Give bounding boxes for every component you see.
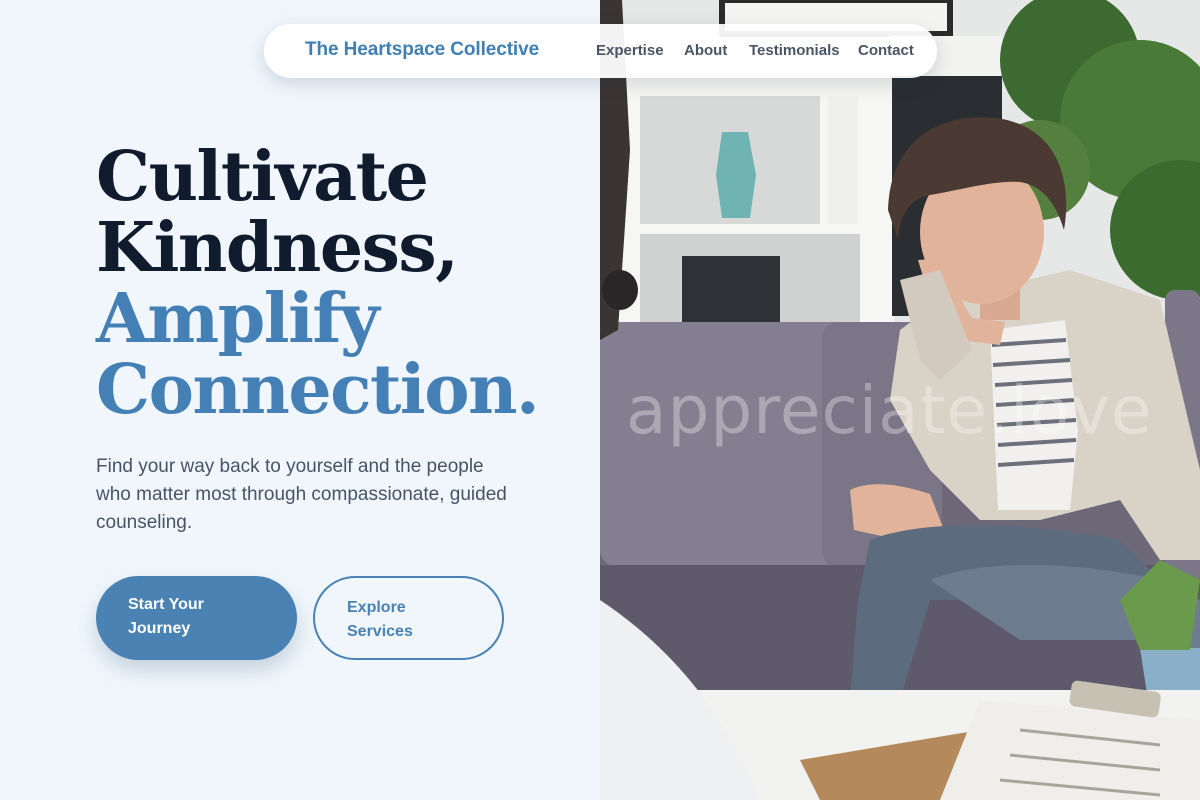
- nav-link-contact[interactable]: Contact: [858, 42, 914, 59]
- start-your-journey-button[interactable]: Start Your Journey: [96, 576, 297, 660]
- hero-heading-line-2: Kindness,: [96, 208, 459, 288]
- hero-subtitle: Find your way back to yourself and the p…: [96, 456, 507, 533]
- hero-heading-line-4: Connection.: [96, 350, 540, 430]
- start-your-journey-label: Start Your Journey: [128, 596, 204, 637]
- hero-heading-line-3: Amplify: [96, 279, 380, 359]
- nav-link-expertise[interactable]: Expertise: [596, 42, 664, 59]
- top-navigation: The Heartspace Collective Expertise Abou…: [264, 24, 937, 78]
- watermark-text: appreciate.love: [626, 372, 1153, 449]
- hero-photo: appreciate.love: [600, 0, 1200, 800]
- hero-heading: Cultivate Kindness, Amplify Connection.: [96, 137, 540, 430]
- nav-link-testimonials[interactable]: Testimonials: [749, 42, 840, 59]
- brand-logo-link[interactable]: The Heartspace Collective: [305, 39, 539, 61]
- explore-services-label: Explore Services: [347, 599, 413, 640]
- nav-link-about[interactable]: About: [684, 42, 727, 59]
- explore-services-button[interactable]: Explore Services: [313, 576, 504, 660]
- hero-heading-line-1: Cultivate: [96, 137, 429, 217]
